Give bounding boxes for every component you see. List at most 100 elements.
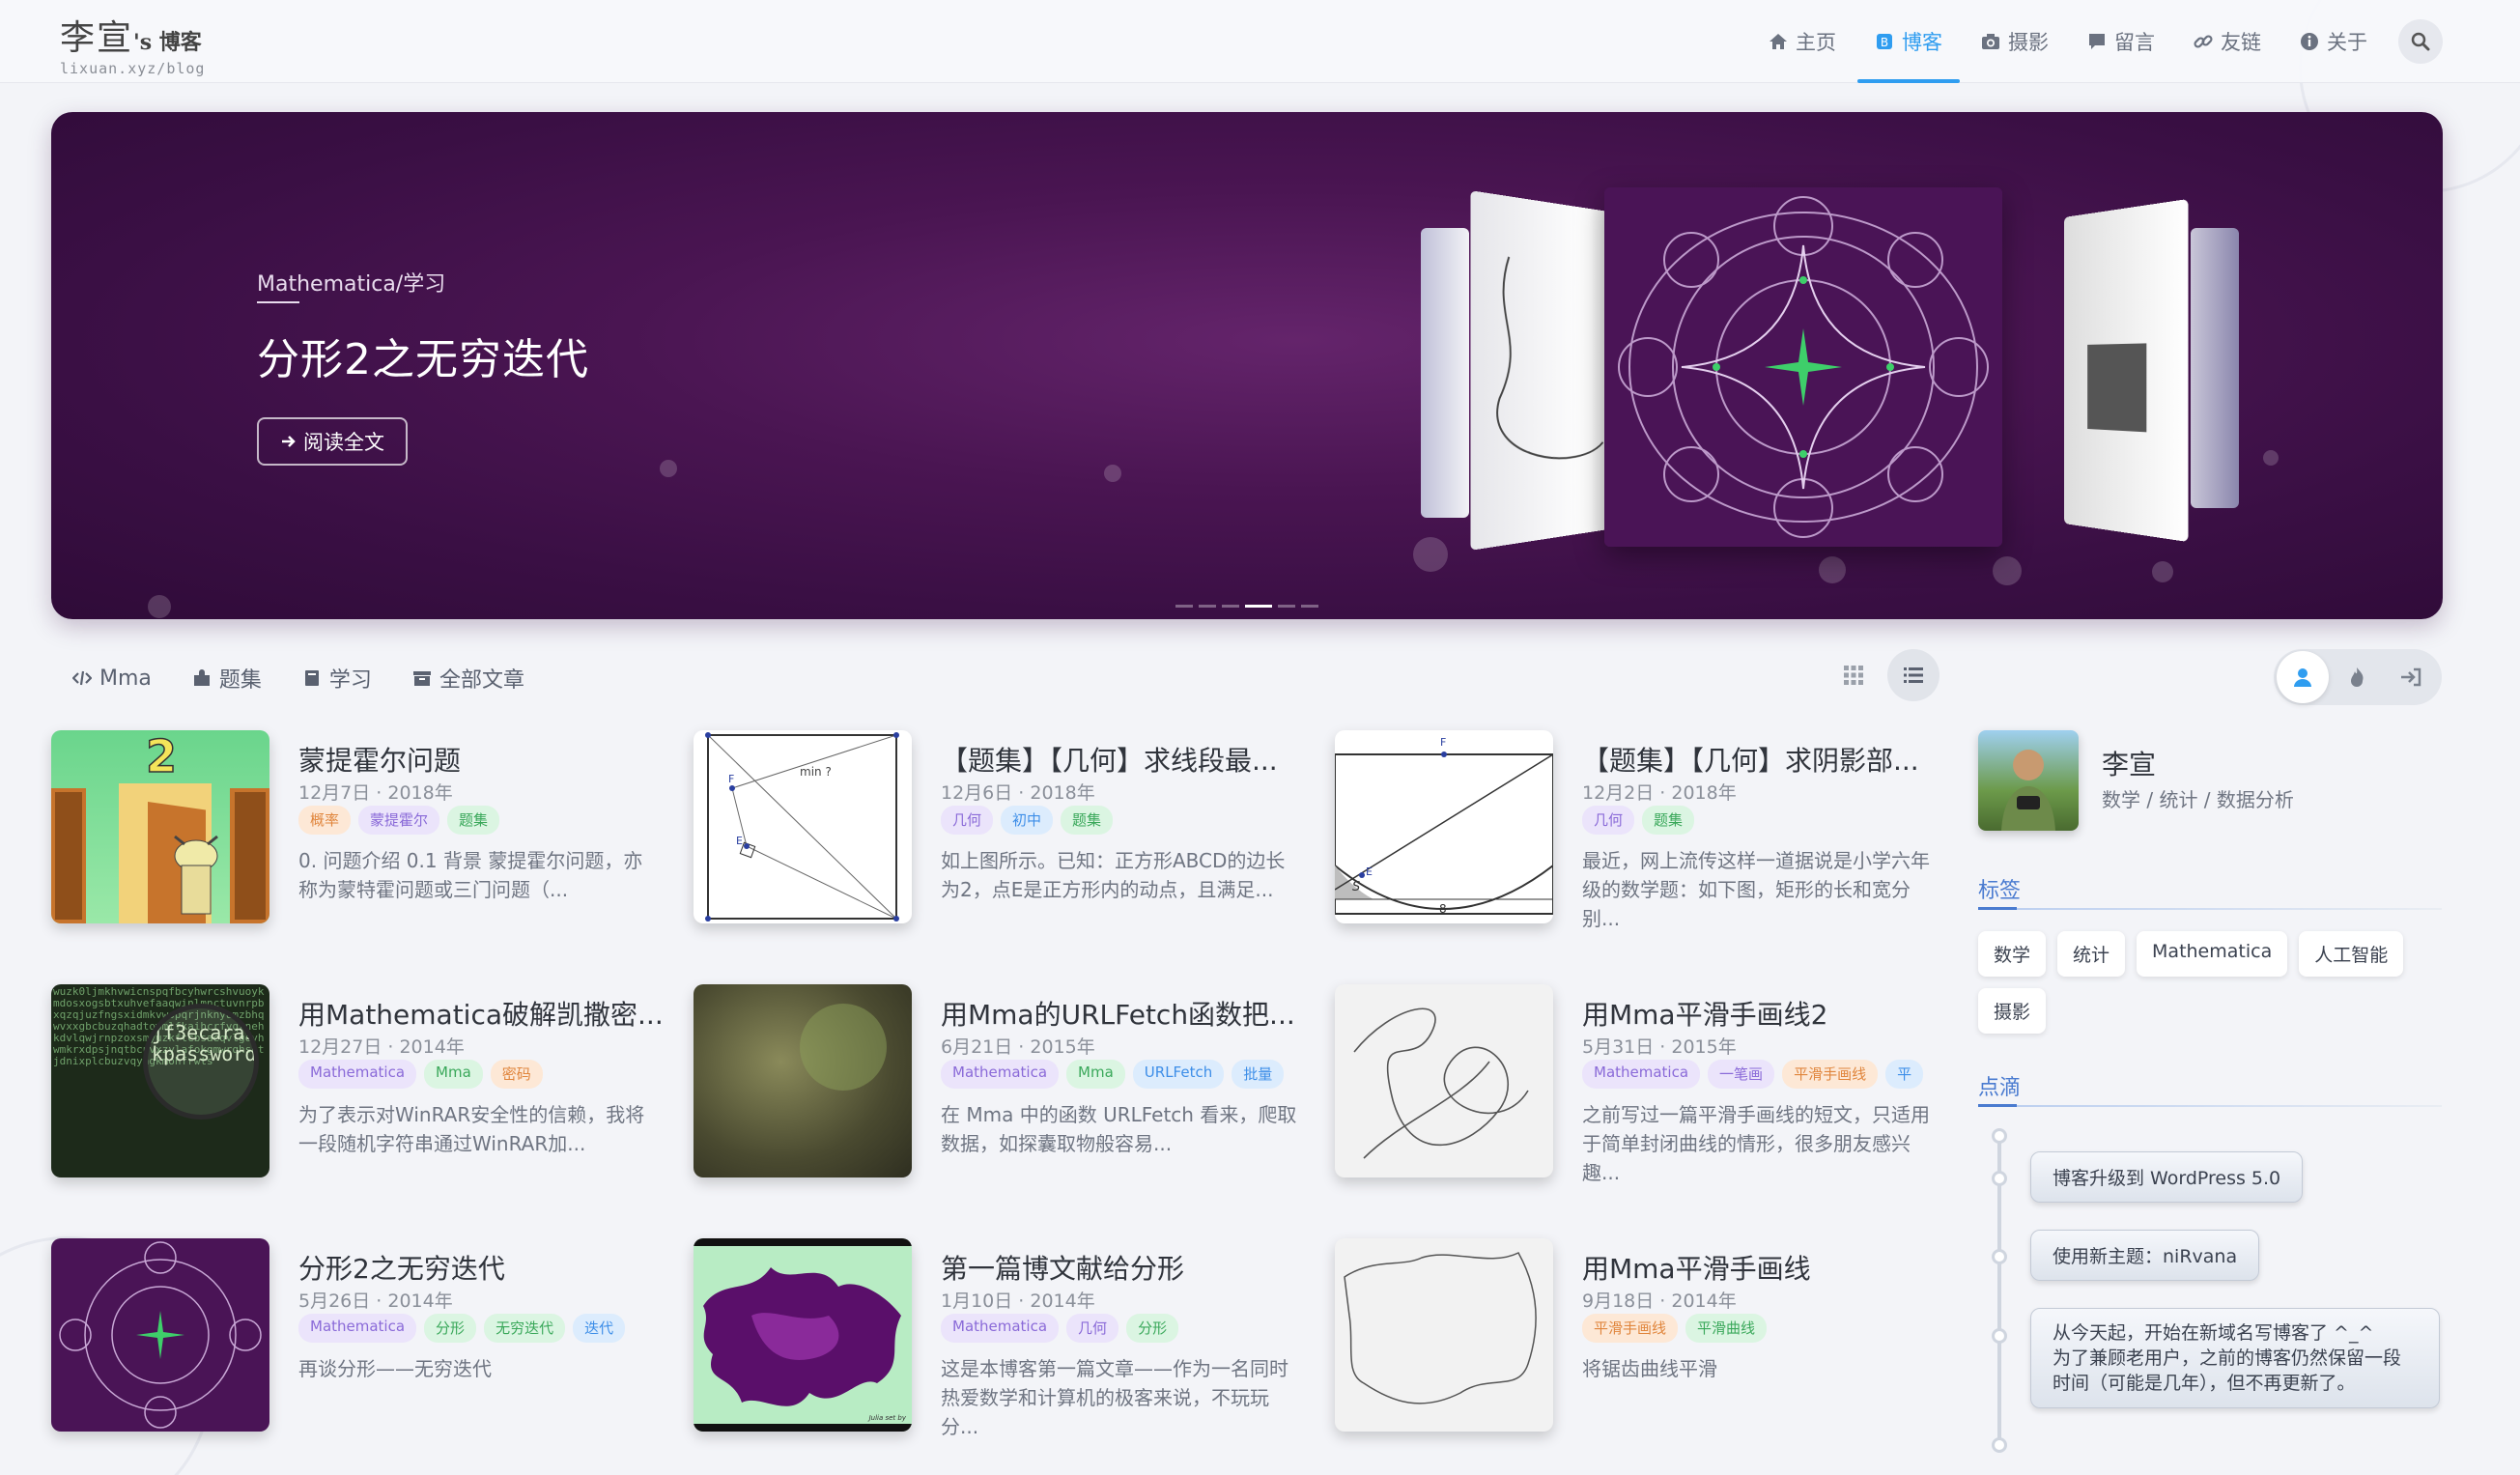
- tag-badge[interactable]: Mathematica: [941, 1060, 1060, 1089]
- post-thumbnail[interactable]: [51, 1238, 269, 1432]
- post-thumbnail[interactable]: 2: [51, 730, 269, 923]
- tag-badge[interactable]: URLFetch: [1132, 1060, 1225, 1089]
- tag-badge[interactable]: 平滑手画线: [1582, 1314, 1679, 1343]
- nav-label: 博客: [1902, 31, 1942, 54]
- tag-badge[interactable]: Mathematica: [1582, 1060, 1701, 1089]
- post-title[interactable]: 第一篇博文献给分形: [941, 1248, 1308, 1287]
- tab-profile[interactable]: [2277, 651, 2329, 703]
- carousel-card-center[interactable]: [1604, 187, 2002, 547]
- tag-badge[interactable]: Mathematica: [298, 1060, 417, 1089]
- filter-mma[interactable]: Mma: [72, 663, 152, 694]
- post-title[interactable]: 用Mma平滑手画线: [1582, 1248, 1949, 1287]
- login-icon: [2401, 667, 2421, 687]
- slider-dot[interactable]: [1222, 605, 1239, 608]
- post-thumbnail[interactable]: [1335, 984, 1553, 1177]
- post-title[interactable]: 用Mma的URLFetch函数把...: [941, 994, 1308, 1033]
- filter-study[interactable]: 学习: [302, 663, 372, 694]
- tag-badge[interactable]: 分形: [1126, 1314, 1179, 1343]
- tag-badge[interactable]: 一笔画: [1708, 1060, 1775, 1089]
- post-card[interactable]: 用Mma的URLFetch函数把... 6月21日 · 2015年 Mathem…: [694, 984, 1312, 1187]
- cloud-tag[interactable]: 人工智能: [2299, 931, 2404, 977]
- post-thumbnail[interactable]: wuzk0ljmkhvwicnspqfbcyhwrcshvuoykmdosxog…: [51, 984, 269, 1177]
- avatar[interactable]: [1978, 730, 2079, 831]
- list-view-button[interactable]: [1887, 649, 1940, 701]
- post-card[interactable]: 用Mma平滑手画线 9月18日 · 2014年 平滑手画线 平滑曲线 将锯齿曲线…: [1335, 1238, 1953, 1441]
- post-card[interactable]: min ? E F 【题集】【几何】求线段最... 12月6日 · 2018年 …: [694, 730, 1312, 933]
- nav-guestbook[interactable]: 留言: [2087, 0, 2155, 83]
- tag-badge[interactable]: 批量: [1232, 1060, 1285, 1089]
- post-thumbnail[interactable]: min ? E F: [694, 730, 912, 923]
- post-thumbnail[interactable]: [694, 984, 912, 1177]
- tag-badge[interactable]: 分形: [424, 1314, 477, 1343]
- tag-badge[interactable]: 蒙提霍尔: [358, 806, 440, 835]
- tag-badge[interactable]: 几何: [1582, 806, 1635, 835]
- post-card[interactable]: 2 蒙提霍尔问题 12月7日 · 2018年 概率 蒙提霍尔 题集 0. 问题介…: [51, 730, 669, 933]
- slider-dot[interactable]: [1278, 605, 1295, 608]
- tag-badge[interactable]: 迭代: [573, 1314, 626, 1343]
- tag-badge[interactable]: 题集: [447, 806, 500, 835]
- post-card[interactable]: Julia set by 第一篇博文献给分形 1月10日 · 2014年 Mat…: [694, 1238, 1312, 1441]
- tag-badge[interactable]: Mma: [1066, 1060, 1125, 1089]
- tag-badge[interactable]: 几何: [941, 806, 994, 835]
- post-title[interactable]: 用Mma平滑手画线2: [1582, 994, 1949, 1033]
- tag-badge[interactable]: 平: [1885, 1060, 1924, 1089]
- filter-all[interactable]: 全部文章: [412, 663, 524, 694]
- tag-badge[interactable]: 密码: [490, 1060, 543, 1089]
- cloud-tag[interactable]: 数学: [1978, 931, 2047, 977]
- home-icon: [1770, 34, 1787, 49]
- slider-dot-active[interactable]: [1245, 605, 1272, 608]
- author-name[interactable]: 李宣: [2102, 744, 2156, 782]
- post-card[interactable]: wuzk0ljmkhvwicnspqfbcyhwrcshvuoykmdosxog…: [51, 984, 669, 1187]
- carousel-card-far-left[interactable]: [1421, 228, 1469, 518]
- read-more-button[interactable]: 阅读全文: [257, 417, 408, 466]
- tag-badge[interactable]: Mathematica: [941, 1314, 1060, 1343]
- post-card[interactable]: F E S 8 【题集】【几何】求阴影部... 12月2日 · 2018年 几何…: [1335, 730, 1953, 933]
- post-title[interactable]: 蒙提霍尔问题: [298, 740, 665, 779]
- search-icon: [2411, 32, 2430, 51]
- cloud-tag[interactable]: 摄影: [1978, 988, 2047, 1034]
- tab-hot[interactable]: [2331, 651, 2383, 703]
- post-card[interactable]: 用Mma平滑手画线2 5月31日 · 2015年 Mathematica 一笔画…: [1335, 984, 1953, 1187]
- post-title[interactable]: 【题集】【几何】求线段最...: [941, 740, 1308, 779]
- slider-dot[interactable]: [1175, 605, 1193, 608]
- site-logo[interactable]: 李宣's 博客 lixuan.xyz/blog: [60, 10, 234, 77]
- nav-photo[interactable]: 摄影: [1981, 0, 2049, 83]
- post-title[interactable]: 分形2之无穷迭代: [298, 1248, 665, 1287]
- post-card[interactable]: 分形2之无穷迭代 5月26日 · 2014年 Mathematica 分形 无穷…: [51, 1238, 669, 1441]
- tag-badge[interactable]: Mathematica: [298, 1314, 417, 1343]
- slider-dot[interactable]: [1199, 605, 1216, 608]
- cloud-tag[interactable]: Mathematica: [2137, 931, 2288, 977]
- tag-badge[interactable]: Mma: [424, 1060, 483, 1089]
- banner-category[interactable]: Mathematica/学习: [257, 267, 445, 298]
- tag-badge[interactable]: 平滑手画线: [1782, 1060, 1879, 1089]
- tag-badge[interactable]: 无穷迭代: [484, 1314, 566, 1343]
- nav-links[interactable]: 友链: [2194, 0, 2261, 83]
- nav-home[interactable]: 主页: [1769, 0, 1836, 83]
- fire-icon: [2351, 667, 2364, 687]
- tag-badge[interactable]: 平滑曲线: [1685, 1314, 1768, 1343]
- cloud-tag[interactable]: 统计: [2057, 931, 2126, 977]
- filter-problems[interactable]: 题集: [192, 663, 262, 694]
- carousel-card-right[interactable]: [2063, 198, 2189, 543]
- nav-blog[interactable]: B 博客: [1857, 0, 1960, 83]
- post-thumbnail[interactable]: [1335, 1238, 1553, 1432]
- banner-title[interactable]: 分形2之无穷迭代: [257, 325, 589, 386]
- post-thumbnail[interactable]: F E S 8: [1335, 730, 1553, 923]
- carousel-card-far-right[interactable]: [2191, 228, 2239, 508]
- handdrawn-curve-image: [1353, 1007, 1529, 1159]
- slider-dot[interactable]: [1301, 605, 1318, 608]
- post-title[interactable]: 【题集】【几何】求阴影部...: [1582, 740, 1949, 779]
- search-button[interactable]: [2398, 19, 2443, 64]
- hero-banner[interactable]: Mathematica/学习 分形2之无穷迭代 阅读全文: [51, 112, 2443, 619]
- tag-badge[interactable]: 题集: [1061, 806, 1114, 835]
- section-underline: [1978, 1104, 2017, 1107]
- tag-badge[interactable]: 初中: [1001, 806, 1054, 835]
- grid-view-button[interactable]: [1827, 649, 1880, 701]
- tab-login[interactable]: [2385, 651, 2437, 703]
- post-thumbnail[interactable]: Julia set by: [694, 1238, 912, 1432]
- post-title[interactable]: 用Mathematica破解凯撒密...: [298, 994, 665, 1033]
- tag-badge[interactable]: 几何: [1066, 1314, 1119, 1343]
- nav-about[interactable]: 关于: [2300, 0, 2367, 83]
- tag-badge[interactable]: 题集: [1642, 806, 1695, 835]
- tag-badge[interactable]: 概率: [298, 806, 352, 835]
